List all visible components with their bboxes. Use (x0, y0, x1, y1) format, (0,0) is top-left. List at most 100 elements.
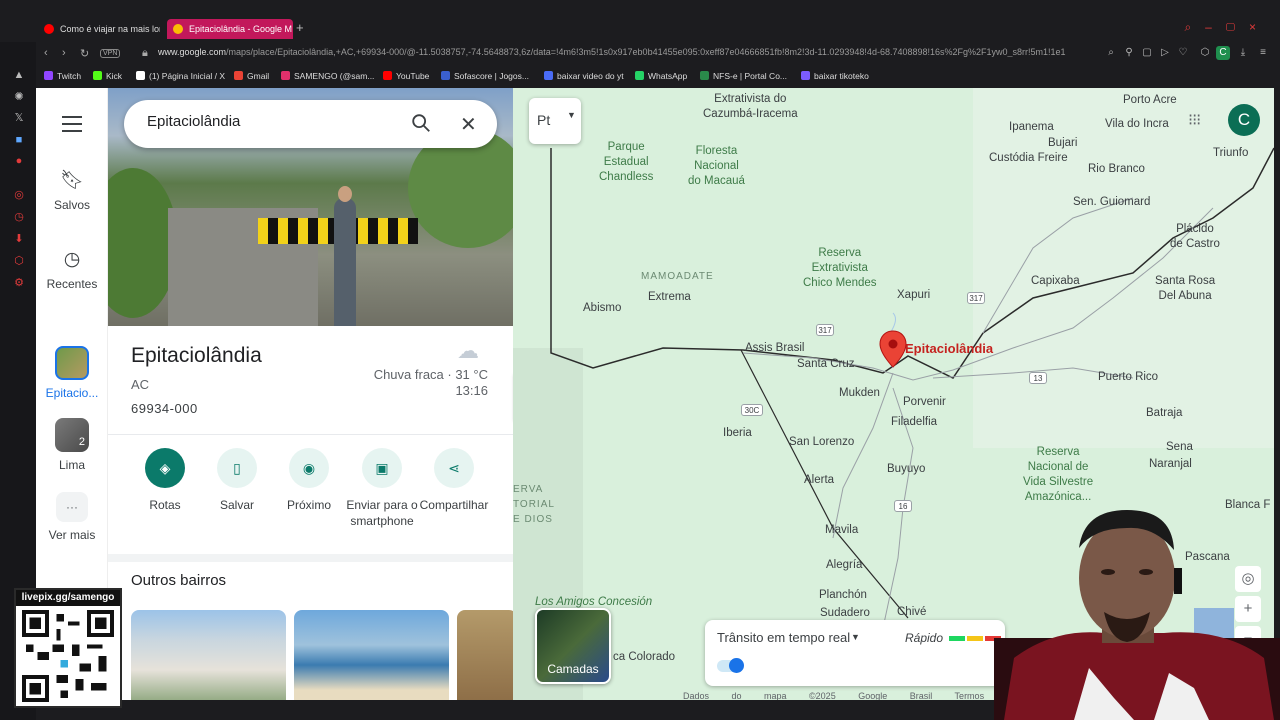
tab-maps[interactable]: Epitaciolândia - Google M (167, 19, 293, 39)
forward-icon[interactable]: › (62, 47, 66, 59)
settings-icon[interactable]: ⚙ (12, 276, 26, 290)
saved-button[interactable]: 🔖︎ Salvos (36, 168, 108, 212)
back-icon[interactable]: ‹ (44, 47, 48, 59)
bookmark-sofascore[interactable]: Sofascore | Jogos... (441, 71, 529, 81)
send-to-phone-label: Enviar para o smartphone (346, 498, 418, 528)
location-pin-icon[interactable] (879, 330, 907, 368)
x-icon (136, 71, 145, 80)
chatgpt-icon[interactable]: ✺ (12, 90, 26, 104)
map-label: Rio Branco (1088, 163, 1145, 175)
map-label: Capixaba (1031, 275, 1080, 287)
weather-time: 13:16 (455, 383, 488, 398)
browser-window: O ▲ ✺ 𝕏 ■ ● ◎ ◷ ⬇ ⬡ ⚙ Como é viajar na m… (0, 0, 1280, 720)
nearby-icon: ◉ (289, 448, 329, 488)
apps-grid-icon[interactable]: ⁝⁝⁝ (1188, 110, 1201, 130)
bookmark-nfse[interactable]: NFS-e | Portal Co... (700, 71, 787, 81)
map-label: Parque Estadual Chandless (599, 141, 654, 183)
layers-button[interactable]: Camadas (535, 608, 611, 684)
recent-place-lima[interactable]: 2 Lima (36, 418, 108, 472)
new-tab-button[interactable]: + (296, 20, 304, 35)
downloads-icon[interactable]: ⬇ (12, 232, 26, 246)
map-label: Puerto Rico (1098, 371, 1159, 383)
bookmark-twitch[interactable]: Twitch (44, 71, 81, 81)
person (334, 198, 356, 326)
close-icon[interactable]: ✕ (460, 112, 477, 137)
lock-icon[interactable]: 🔒︎ (142, 47, 148, 60)
bookmark-icon: 🔖︎ (59, 170, 85, 191)
bookmark-baixar-video[interactable]: baixar video do yt (544, 71, 624, 81)
window-controls[interactable]: ⌕–▢× (1184, 20, 1270, 35)
menu-icon[interactable]: ≡ (1256, 46, 1270, 60)
road-shield: 317 (967, 292, 985, 304)
phone-icon: ▣ (362, 448, 402, 488)
map-label: Reserva Nacional de Vida Silvestre Amazó… (1023, 446, 1094, 503)
chevron-down-icon[interactable]: ▼ (851, 632, 860, 642)
layers-label: Camadas (547, 662, 599, 676)
heart-icon[interactable]: ♡ (1176, 46, 1190, 60)
map-label: Mavila (825, 524, 859, 536)
extension-icon[interactable]: ⬡ (1198, 46, 1212, 60)
bookmark-tikoteko[interactable]: baixar tikoteko (801, 71, 869, 81)
account-avatar[interactable]: C (1228, 104, 1260, 136)
bookmark-x[interactable]: (1) Página Inicial / X (136, 71, 225, 81)
bookmark-instagram[interactable]: SAMENGO (@sam... (281, 71, 374, 81)
flow-icon[interactable]: ◎ (12, 188, 26, 202)
youtube-icon (383, 71, 392, 80)
pin-icon[interactable]: ⚲ (1122, 46, 1136, 60)
toggle-knob (729, 658, 744, 673)
nearby-button[interactable]: ◉ Próximo (269, 448, 349, 513)
language-button[interactable]: Pt ▼ (529, 98, 581, 144)
weather-desc: Chuva fraca · 31 °C (373, 367, 488, 382)
download-icon[interactable]: ⤓ (1236, 46, 1250, 60)
map-label: Triunfo (1213, 147, 1249, 159)
send-to-phone-button[interactable]: ▣ Enviar para o smartphone (342, 448, 422, 529)
bookmark-label: Sofascore | Jogos... (454, 71, 529, 81)
tab-bar: Como é viajar na mais lon Epitaciolândia… (0, 16, 1280, 42)
place-cep: 69934-000 (131, 401, 198, 416)
map-label: Buyuyo (887, 463, 926, 475)
bookmark-youtube[interactable]: YouTube (383, 71, 429, 81)
x-icon[interactable]: 𝕏 (12, 111, 26, 125)
bookmark-label: YouTube (396, 71, 430, 81)
neighborhood-card[interactable] (131, 610, 286, 700)
recent-button[interactable]: ◷ Recentes (36, 248, 108, 291)
search-icon[interactable] (410, 112, 432, 134)
save-button[interactable]: ▯ Salvar (197, 448, 277, 513)
bookmark-label: WhatsApp (648, 71, 688, 81)
map-label: Plácido de Castro (1170, 223, 1220, 250)
neighborhood-card[interactable] (457, 610, 513, 700)
traffic-toggle[interactable] (717, 658, 744, 673)
map-label: Sudadero (820, 607, 870, 619)
section-title: Outros bairros (131, 572, 227, 589)
reload-icon[interactable]: ↻ (80, 47, 89, 60)
kick-icon (93, 71, 102, 80)
extensions-icon[interactable]: ⬡ (12, 254, 26, 268)
bookmark-gmail[interactable]: Gmail (234, 71, 269, 81)
history-icon[interactable]: ◷ (12, 210, 26, 224)
map-label: Batraja (1146, 407, 1183, 419)
snapshot-icon[interactable]: ▢ (1140, 46, 1154, 60)
sofascore-icon (441, 71, 450, 80)
aria-icon[interactable]: ▲ (12, 68, 26, 82)
youtube-music-icon[interactable]: ● (12, 154, 26, 168)
more-button[interactable]: ··· Ver mais (36, 492, 108, 542)
menu-icon[interactable] (62, 116, 82, 137)
neighborhood-card[interactable] (294, 610, 449, 700)
directions-button[interactable]: ◈ Rotas (125, 448, 205, 513)
recent-place-epitaciolandia[interactable]: Epitacio... (36, 346, 108, 400)
vpn-badge[interactable]: VPN (100, 49, 121, 58)
zoom-icon[interactable]: ⌕ (1104, 46, 1118, 60)
search-input[interactable] (147, 113, 397, 130)
doc-icon (544, 71, 553, 80)
traffic-label[interactable]: Trânsito em tempo real (717, 630, 850, 645)
bookmark-kick[interactable]: Kick (93, 71, 122, 81)
bookmark-whatsapp[interactable]: WhatsApp (635, 71, 687, 81)
send-icon[interactable]: ▷ (1158, 46, 1172, 60)
nearby-label: Próximo (286, 498, 331, 512)
tab-video[interactable]: Como é viajar na mais lon (38, 19, 160, 39)
share-button[interactable]: ⋖ Compartilhar (414, 448, 494, 513)
app-icon[interactable]: ■ (12, 133, 26, 147)
place-state: AC (131, 377, 150, 392)
url-field[interactable]: www.google.com/maps/place/Epitaciolândia… (158, 47, 1118, 57)
extension-c-icon[interactable]: C (1216, 46, 1230, 60)
